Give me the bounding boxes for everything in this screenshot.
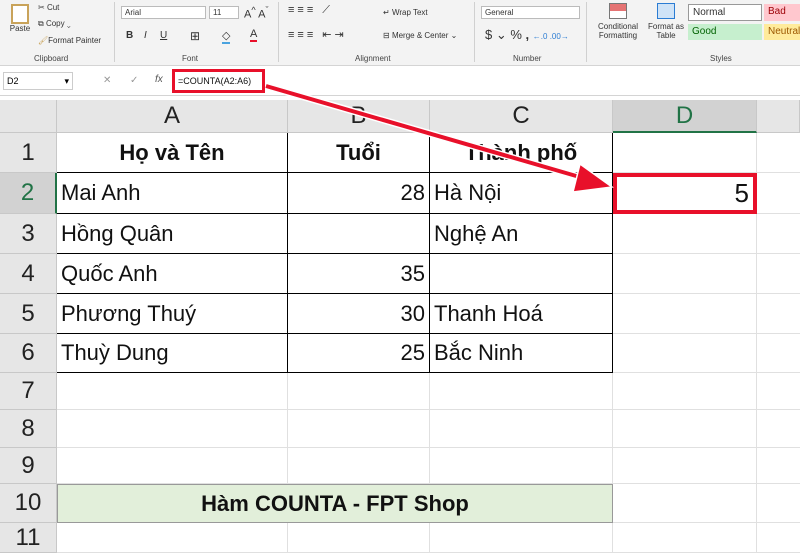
annotation-arrow [265, 82, 614, 193]
